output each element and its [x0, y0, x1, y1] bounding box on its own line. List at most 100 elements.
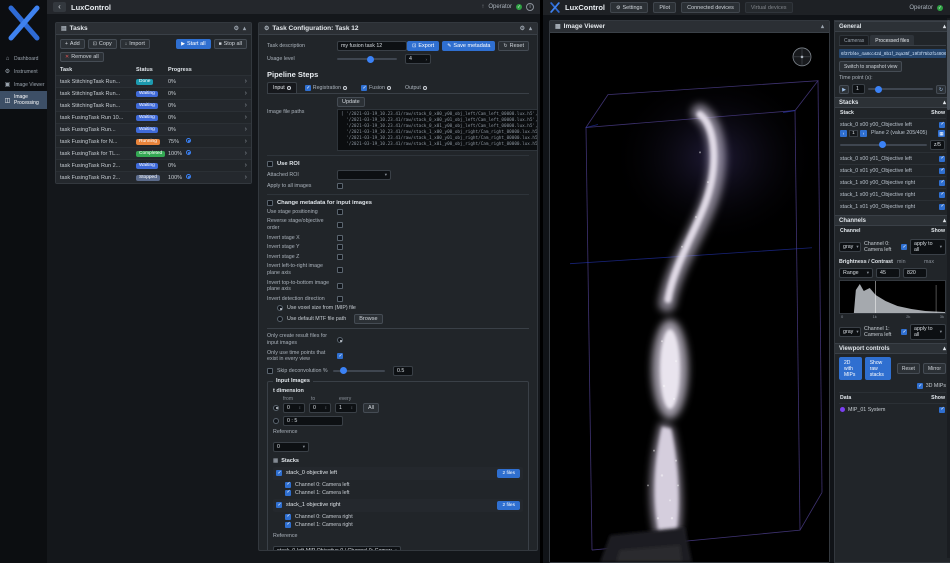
channel-checkbox[interactable]	[285, 482, 291, 488]
use-roi-checkbox[interactable]	[267, 161, 273, 167]
task-row[interactable]: task FusingTask Run... Waiting 0% ›	[56, 123, 251, 135]
viewer-3d-viewport[interactable]	[550, 33, 829, 562]
stack-show-checkbox[interactable]	[939, 192, 945, 198]
save-metadata-button[interactable]: ✎Save metadata	[442, 41, 495, 51]
task-row[interactable]: task FusingTask for N... Running 75% ›	[56, 135, 251, 147]
refresh-button[interactable]: ↻	[936, 85, 946, 94]
chevron-right-icon[interactable]: ›	[245, 162, 247, 169]
remove-all-button[interactable]: ✕Remove all	[60, 52, 104, 62]
channel0-show-checkbox[interactable]	[901, 244, 907, 250]
change-metadata-checkbox[interactable]	[267, 200, 273, 206]
sidebar-item-image-processing[interactable]: ◫ Image Processing	[0, 91, 47, 109]
usage-level-slider[interactable]	[337, 58, 397, 60]
fusion-checkbox[interactable]	[361, 85, 367, 91]
time-point-input[interactable]: 1	[852, 84, 865, 94]
chevron-right-icon[interactable]: ›	[245, 174, 247, 181]
collapse-icon[interactable]: ▴	[943, 345, 946, 352]
virtual-devices-button[interactable]: Virtual devices	[745, 2, 793, 13]
usage-level-value[interactable]: 4›	[405, 54, 431, 64]
tab-registration[interactable]: Registration	[299, 82, 353, 93]
tab-input[interactable]: Input	[267, 82, 297, 93]
stack-row-expanded[interactable]: stack_0 x00 y00_Objective left ‹ 1 › Pla…	[839, 118, 946, 152]
meta-row-checkbox[interactable]	[337, 296, 343, 302]
meta-row-checkbox[interactable]	[337, 209, 343, 215]
channel-checkbox[interactable]	[285, 522, 291, 528]
reset-view-button[interactable]: Reset	[897, 363, 920, 374]
gear-icon[interactable]: ⚙	[234, 25, 239, 32]
every-input[interactable]: 1↕	[335, 403, 357, 413]
channel1-apply-select[interactable]: apply to all▾	[910, 324, 946, 340]
pilot-button[interactable]: Pilot	[653, 2, 676, 13]
stack-row[interactable]: stack_1 x01 y00_Objective right	[839, 200, 946, 212]
stack-row[interactable]: stack_1 x00 y01_Objective right	[839, 188, 946, 200]
mtf-path-radio[interactable]	[277, 316, 283, 322]
only-use-checkbox[interactable]	[337, 353, 343, 359]
all-timepoints-button[interactable]: All	[363, 403, 379, 413]
task-row[interactable]: task FusingTask Run 2... Waiting 0% ›	[56, 159, 251, 171]
export-button[interactable]: ⊡Export	[407, 41, 439, 51]
stack-files-button[interactable]: 2 files	[497, 501, 520, 510]
chevron-right-icon[interactable]: ›	[245, 138, 247, 145]
chevron-right-icon[interactable]: ›	[245, 78, 247, 85]
stack-show-checkbox[interactable]	[939, 122, 945, 128]
meta-row-checkbox[interactable]	[337, 283, 343, 289]
range-mode-radio[interactable]	[273, 405, 279, 411]
meta-row-checkbox[interactable]	[337, 222, 343, 228]
channel-checkbox[interactable]	[285, 490, 291, 496]
stack-show-checkbox[interactable]	[939, 180, 945, 186]
task-detail-icon[interactable]	[186, 138, 191, 143]
min-input[interactable]: 45	[876, 268, 900, 278]
channels-section-header[interactable]: Channels▴	[835, 215, 950, 226]
task-detail-icon[interactable]	[186, 150, 191, 155]
data-row[interactable]: MIP_01 System	[839, 403, 946, 415]
data-show-checkbox[interactable]	[939, 407, 945, 413]
2d-mip-button[interactable]: 2D with MIPs	[839, 357, 862, 380]
plane-options-button[interactable]: ▦	[938, 130, 945, 137]
sidebar-item-instrument[interactable]: ⚙ Instrument	[0, 65, 47, 78]
back-button[interactable]: ‹	[53, 2, 66, 12]
stack-show-checkbox[interactable]	[939, 204, 945, 210]
registration-checkbox[interactable]	[305, 85, 311, 91]
stack-row[interactable]: stack_0 x00 y01_Objective left	[839, 152, 946, 164]
general-section-header[interactable]: General▴	[835, 21, 950, 32]
intensity-histogram[interactable]	[839, 280, 946, 314]
connected-devices-button[interactable]: Connected devices	[681, 2, 740, 13]
meta-row-checkbox[interactable]	[337, 244, 343, 250]
tab-processed-files[interactable]: Processed files	[870, 35, 914, 45]
reference-bottom-select[interactable]: stack_0-left-MIP Objective 0 / Channel 0…	[273, 546, 401, 550]
plane-slider[interactable]	[840, 144, 927, 146]
list-mode-radio[interactable]	[273, 418, 279, 424]
stack-show-checkbox[interactable]	[939, 168, 945, 174]
sidebar-item-dashboard[interactable]: ⌂ Dashboard	[0, 53, 47, 65]
task-row[interactable]: task FusingTask for TL... Completed 100%…	[56, 147, 251, 159]
collapse-icon[interactable]: ▴	[943, 99, 946, 106]
settings-button[interactable]: ⚙Settings	[610, 2, 648, 13]
chevron-right-icon[interactable]: ›	[245, 114, 247, 121]
channel0-color-select[interactable]: gray▾	[839, 242, 861, 252]
from-input[interactable]: 0↕	[283, 403, 305, 413]
task-row[interactable]: task FusingTask Run 2... Stopped 100% ›	[56, 171, 251, 183]
channel1-show-checkbox[interactable]	[901, 329, 907, 335]
dataset-id[interactable]: 6f37bf4e_4a8cc42d_8b1f_2qa35f_19f3f75b2f…	[839, 49, 946, 58]
task-row[interactable]: task StitchingTask Run... Done 0% ›	[56, 75, 251, 87]
mirror-view-button[interactable]: Mirror	[923, 363, 946, 374]
to-input[interactable]: 0↕	[309, 403, 331, 413]
skip-slider[interactable]	[333, 370, 385, 372]
play-button[interactable]: ▶	[839, 85, 849, 94]
viewport-controls-section-header[interactable]: Viewport controls▴	[835, 343, 950, 354]
tab-fusion[interactable]: Fusion	[355, 82, 397, 93]
timepoint-list-input[interactable]: 0 : 5	[283, 416, 343, 426]
meta-row-checkbox[interactable]	[337, 267, 343, 273]
sidebar-item-image-viewer[interactable]: ▣ Image Viewer	[0, 78, 47, 91]
skip-value[interactable]: 0.5	[393, 366, 413, 376]
update-paths-button[interactable]: Update	[337, 97, 365, 107]
show-raw-stacks-button[interactable]: Show raw stacks	[865, 357, 891, 380]
tab-output[interactable]: Output	[399, 82, 433, 93]
stacks-section-header[interactable]: Stacks▴	[835, 97, 950, 108]
voxel-size-radio[interactable]	[277, 305, 283, 311]
gear-icon[interactable]: ⚙	[520, 25, 525, 32]
stack-show-checkbox[interactable]	[939, 156, 945, 162]
browse-button[interactable]: Browse	[354, 314, 382, 324]
chevron-right-icon[interactable]: ›	[245, 90, 247, 97]
task-detail-icon[interactable]	[186, 174, 191, 179]
